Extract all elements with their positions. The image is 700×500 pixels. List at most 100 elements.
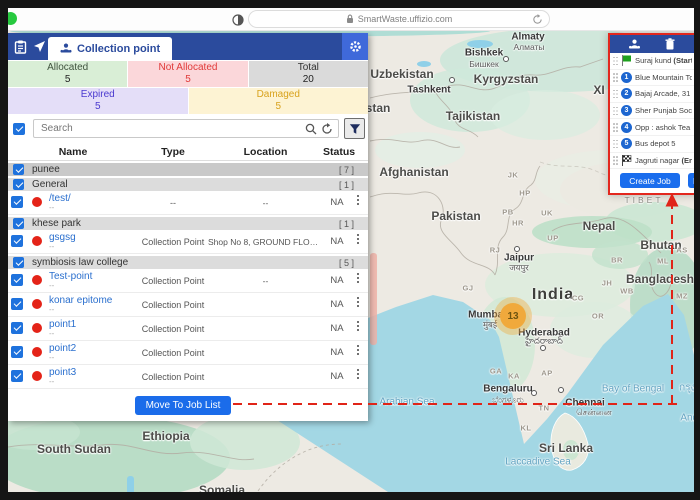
- job-stop-row[interactable]: Jagruti nagar (End): [610, 153, 694, 170]
- drag-handle-icon[interactable]: [612, 122, 618, 132]
- map-label: जयपुर: [509, 263, 529, 274]
- drag-handle-icon[interactable]: [612, 139, 618, 149]
- row-checkbox[interactable]: [11, 322, 23, 334]
- drag-handle-icon[interactable]: [612, 56, 618, 66]
- search-icon[interactable]: [305, 123, 317, 135]
- point-link[interactable]: point1: [49, 319, 76, 330]
- column-header-status[interactable]: Status: [323, 146, 351, 158]
- create-job-button[interactable]: Create Job: [620, 173, 680, 188]
- row-name-cell: Test-point--: [8, 271, 138, 291]
- job-stop-row[interactable]: Suraj kund (Start): [610, 53, 694, 70]
- stat-value: 5: [275, 101, 281, 113]
- navigation-icon[interactable]: [33, 40, 46, 56]
- city-dot-icon: [503, 56, 509, 62]
- point-sub: --: [49, 204, 71, 213]
- column-header-name[interactable]: Name: [8, 146, 138, 158]
- group-row[interactable]: punee[ 7 ]: [8, 163, 368, 176]
- row-checkbox[interactable]: [11, 196, 23, 208]
- secondary-job-button[interactable]: R: [688, 173, 694, 188]
- drag-handle-icon[interactable]: [612, 89, 618, 99]
- point-link[interactable]: konar epitome: [49, 295, 112, 306]
- row-name: point2--: [49, 343, 76, 363]
- job-stop-row[interactable]: 4Opp : ashok Tea Ho...: [610, 119, 694, 136]
- window-control-green[interactable]: [8, 12, 17, 25]
- table-row[interactable]: point2--Collection PointNA: [8, 341, 368, 365]
- row-checkbox[interactable]: [11, 235, 23, 247]
- refresh-icon[interactable]: [321, 123, 333, 135]
- group-row[interactable]: General[ 1 ]: [8, 178, 368, 191]
- row-checkbox[interactable]: [11, 298, 23, 310]
- collection-point-panel: Collection point Allocated5Not Allocated…: [8, 33, 368, 421]
- row-checkbox[interactable]: [11, 346, 23, 358]
- table-row[interactable]: gsgsg--Collection PointShop No 8, GROUND…: [8, 230, 368, 254]
- table-row[interactable]: point3--Collection PointNA: [8, 365, 368, 389]
- point-link[interactable]: Test-point: [49, 271, 92, 282]
- table-row[interactable]: /test/------NA: [8, 191, 368, 215]
- map-label: Nepal: [583, 219, 616, 233]
- stat-total: Total20: [249, 61, 368, 87]
- group-count: [ 7 ]: [339, 165, 368, 175]
- drag-handle-icon[interactable]: [612, 155, 618, 165]
- column-header-type[interactable]: Type: [138, 146, 208, 158]
- shield-toggle-icon[interactable]: [232, 13, 244, 25]
- group-row[interactable]: symbiosis law college[ 5 ]: [8, 256, 368, 269]
- job-stop-row[interactable]: 2Bajaj Arcade, 31 U...: [610, 86, 694, 103]
- map-label: Bishkek: [465, 48, 503, 59]
- job-stop-row[interactable]: 1Blue Mountain To...: [610, 70, 694, 87]
- collection-point-table: punee[ 7 ]General[ 1 ]/test/------NAkhes…: [8, 163, 368, 389]
- map-label: KA: [508, 372, 520, 381]
- row-name-cell: /test/--: [8, 193, 138, 213]
- reload-icon[interactable]: [532, 14, 543, 27]
- delete-icon[interactable]: [665, 38, 675, 50]
- city-dot-icon: [531, 390, 537, 396]
- row-checkbox[interactable]: [13, 164, 24, 175]
- map-label: Uzbekistan: [370, 67, 433, 81]
- group-name: symbiosis law college: [32, 257, 128, 268]
- filter-button[interactable]: [344, 118, 365, 139]
- settings-button[interactable]: [342, 33, 368, 60]
- group-row[interactable]: khese park[ 1 ]: [8, 217, 368, 230]
- job-stop-row[interactable]: 3Sher Punjab Socie...: [610, 103, 694, 120]
- search-input[interactable]: [39, 122, 301, 135]
- stat-label: Total: [298, 62, 319, 74]
- row-checkbox[interactable]: [13, 179, 24, 190]
- column-header-location[interactable]: Location: [208, 146, 323, 158]
- drag-handle-icon[interactable]: [612, 72, 618, 82]
- tab-collection-point[interactable]: Collection point: [48, 37, 172, 60]
- map-label: RJ: [490, 246, 501, 255]
- browser-toolbar: SmartWaste.uffizio.com: [8, 8, 694, 31]
- map-label: AS: [676, 246, 687, 255]
- table-row[interactable]: konar epitome--Collection PointNA: [8, 293, 368, 317]
- point-link[interactable]: gsgsg: [49, 232, 76, 243]
- point-link[interactable]: /test/: [49, 193, 71, 204]
- drag-handle-icon[interactable]: [612, 106, 618, 116]
- address-bar[interactable]: SmartWaste.uffizio.com: [248, 10, 550, 28]
- table-header: Name Type Location Status: [8, 143, 368, 161]
- table-row[interactable]: point1--Collection PointNA: [8, 317, 368, 341]
- point-link[interactable]: point3: [49, 367, 76, 378]
- row-name-cell: point3--: [8, 367, 138, 387]
- stat-label: Damaged: [257, 89, 300, 101]
- point-link[interactable]: point2: [49, 343, 76, 354]
- map-cluster-marker[interactable]: 13: [500, 303, 526, 329]
- map-label: Bengaluru: [483, 384, 532, 395]
- joblist-icon[interactable]: [14, 40, 27, 57]
- assign-group-icon[interactable]: [628, 39, 641, 50]
- table-row[interactable]: Test-point--Collection Point--NA: [8, 269, 368, 293]
- row-location: --: [208, 198, 323, 208]
- row-checkbox[interactable]: [11, 274, 23, 286]
- map-label: Tashkent: [407, 85, 450, 96]
- status-dot-icon: [32, 299, 42, 309]
- row-checkbox[interactable]: [13, 218, 24, 229]
- job-stops-panel: Suraj kund (Start)1Blue Mountain To...2B…: [608, 33, 694, 195]
- select-all-checkbox[interactable]: [13, 123, 25, 135]
- row-type: Collection Point: [138, 372, 208, 382]
- map-label: กรุงเ: [679, 381, 694, 396]
- job-stop-row[interactable]: 5Bus depot 5: [610, 136, 694, 153]
- row-checkbox[interactable]: [13, 257, 24, 268]
- row-checkbox[interactable]: [11, 370, 23, 382]
- map-label: GJ: [462, 284, 473, 293]
- move-to-job-list-button[interactable]: Move To Job List: [135, 396, 231, 415]
- point-sub: --: [49, 354, 76, 363]
- point-sub: --: [49, 282, 92, 291]
